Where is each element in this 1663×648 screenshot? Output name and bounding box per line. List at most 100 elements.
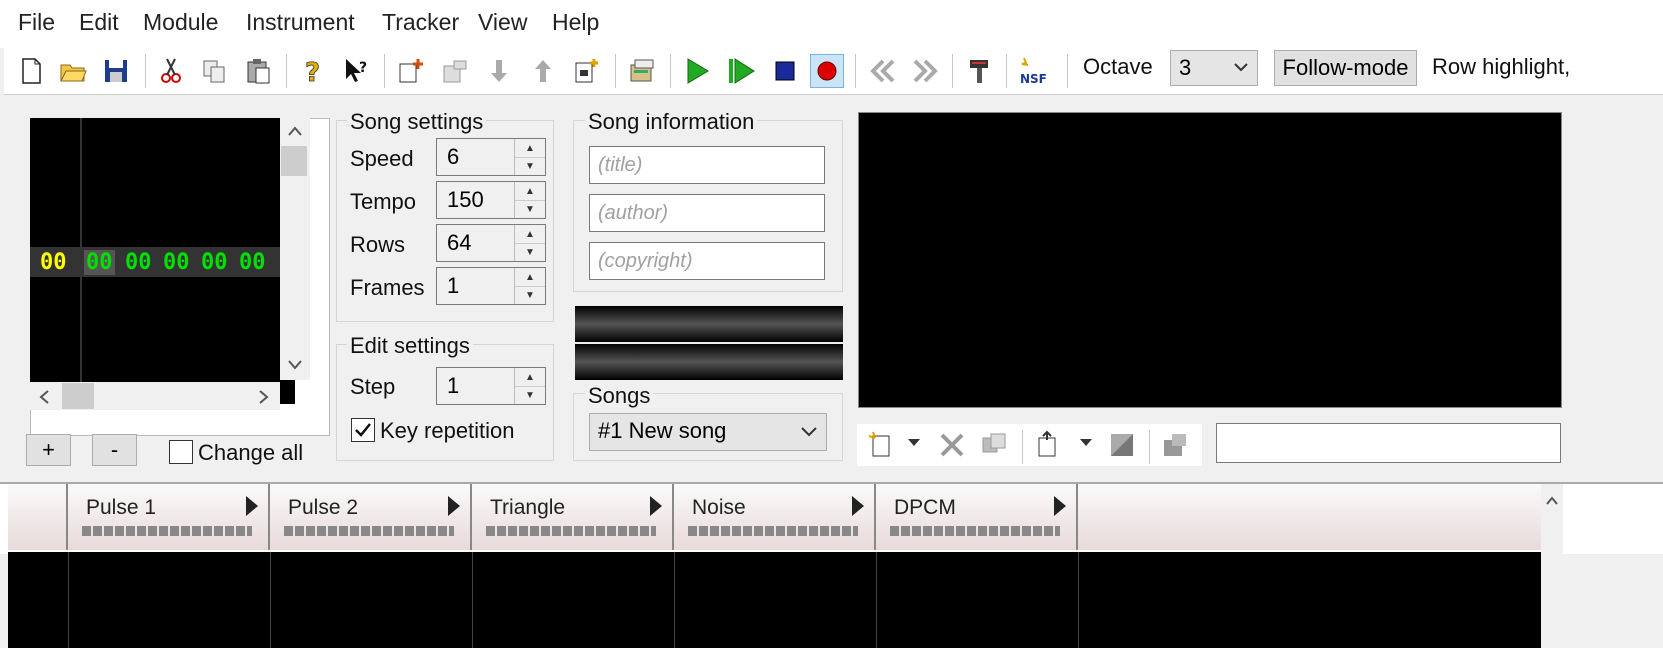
- scroll-right-icon[interactable]: [256, 389, 270, 405]
- key-repetition-checkbox[interactable]: [351, 418, 375, 442]
- expand-arrow-icon[interactable]: [448, 496, 460, 516]
- help-icon[interactable]: ?: [295, 54, 329, 88]
- play-loop-icon[interactable]: [724, 54, 758, 88]
- frame-row-index: 00: [40, 250, 67, 275]
- nsf-export-icon[interactable]: NSF: [1016, 54, 1050, 88]
- scroll-up-icon[interactable]: [1545, 494, 1559, 506]
- new-instrument-icon[interactable]: [867, 430, 897, 460]
- step-spinner[interactable]: 1 ▲ ▼: [436, 367, 546, 405]
- expand-arrow-icon[interactable]: [852, 496, 864, 516]
- spin-down-icon[interactable]: ▼: [515, 243, 545, 261]
- spin-down-icon[interactable]: ▼: [515, 200, 545, 218]
- speed-spinner[interactable]: 6 ▲ ▼: [436, 138, 546, 176]
- scrollbar-thumb[interactable]: [281, 146, 307, 176]
- spin-down-icon[interactable]: ▼: [515, 386, 545, 404]
- channel-header-noise[interactable]: Noise: [674, 484, 876, 550]
- frame-cell[interactable]: 00: [125, 250, 152, 275]
- chevron-down-icon[interactable]: [907, 438, 921, 448]
- spin-up-icon[interactable]: ▲: [515, 268, 545, 287]
- open-folder-icon[interactable]: [56, 54, 90, 88]
- instrument-list[interactable]: [858, 112, 1562, 408]
- edit-instrument-icon[interactable]: [1160, 430, 1190, 460]
- settings-icon[interactable]: [962, 54, 996, 88]
- paste-icon[interactable]: [241, 54, 275, 88]
- expand-arrow-icon[interactable]: [246, 496, 258, 516]
- remove-instrument-icon[interactable]: [937, 430, 967, 460]
- remove-frame-icon[interactable]: [438, 54, 472, 88]
- frame-horizontal-scrollbar[interactable]: [30, 382, 280, 410]
- song-copyright-field[interactable]: [589, 242, 825, 280]
- channel-header-pulse2[interactable]: Pulse 2: [270, 484, 472, 550]
- song-select[interactable]: #1 New song: [589, 413, 827, 451]
- pattern-vertical-scrollbar[interactable]: [1541, 484, 1563, 648]
- clone-instrument-icon[interactable]: [979, 430, 1009, 460]
- next-song-icon[interactable]: [909, 54, 943, 88]
- expand-arrow-icon[interactable]: [650, 496, 662, 516]
- add-frame-button[interactable]: +: [26, 434, 71, 466]
- frame-cell[interactable]: 00: [239, 250, 266, 275]
- spin-up-icon[interactable]: ▲: [515, 139, 545, 158]
- row-number-header: [8, 484, 68, 550]
- menu-instrument[interactable]: Instrument: [246, 9, 355, 36]
- stop-icon[interactable]: [768, 54, 802, 88]
- speed-label: Speed: [350, 146, 414, 171]
- move-frame-down-icon[interactable]: [482, 54, 516, 88]
- add-frame-icon[interactable]: [394, 54, 428, 88]
- menu-file[interactable]: File: [18, 9, 55, 36]
- frame-cell[interactable]: 00: [163, 250, 190, 275]
- channel-header-dpcm[interactable]: DPCM: [876, 484, 1078, 550]
- load-instrument-icon[interactable]: [1033, 430, 1063, 460]
- octave-select[interactable]: 3: [1170, 50, 1258, 86]
- menu-help[interactable]: Help: [552, 9, 599, 36]
- copy-icon[interactable]: [197, 54, 231, 88]
- song-author-input[interactable]: [590, 195, 824, 231]
- frame-vertical-scrollbar[interactable]: [280, 118, 310, 380]
- move-frame-up-icon[interactable]: [526, 54, 560, 88]
- rows-spinner[interactable]: 64 ▲ ▼: [436, 224, 546, 262]
- svg-text:?: ?: [305, 58, 320, 86]
- play-icon[interactable]: [680, 54, 714, 88]
- remove-frame-button[interactable]: -: [92, 434, 137, 466]
- scroll-down-icon[interactable]: [287, 358, 303, 372]
- follow-mode-button[interactable]: Follow-mode: [1274, 50, 1417, 86]
- channel-header-pulse1[interactable]: Pulse 1: [68, 484, 270, 550]
- instrument-name-field[interactable]: [1216, 423, 1561, 463]
- new-file-icon[interactable]: [14, 54, 48, 88]
- song-author-field[interactable]: [589, 194, 825, 232]
- rows-label: Rows: [350, 232, 406, 257]
- octave-label: Octave: [1083, 54, 1153, 79]
- duplicate-frame-icon[interactable]: [570, 54, 604, 88]
- song-copyright-input[interactable]: [590, 243, 824, 279]
- menu-view[interactable]: View: [478, 9, 527, 36]
- previous-song-icon[interactable]: [865, 54, 899, 88]
- tempo-spinner[interactable]: 150 ▲ ▼: [436, 181, 546, 219]
- cut-icon[interactable]: [154, 54, 188, 88]
- spin-up-icon[interactable]: ▲: [515, 182, 545, 201]
- menu-module[interactable]: Module: [143, 9, 218, 36]
- song-title-field[interactable]: [589, 146, 825, 184]
- change-all-checkbox[interactable]: [169, 440, 193, 464]
- menu-edit[interactable]: Edit: [79, 9, 119, 36]
- scroll-up-icon[interactable]: [287, 124, 303, 138]
- chevron-down-icon: [801, 427, 817, 437]
- spin-down-icon[interactable]: ▼: [515, 286, 545, 304]
- frame-cell[interactable]: 00: [84, 250, 115, 275]
- scrollbar-thumb[interactable]: [62, 383, 94, 409]
- record-icon[interactable]: [810, 54, 844, 88]
- context-help-icon[interactable]: ?: [339, 54, 373, 88]
- scroll-left-icon[interactable]: [38, 389, 52, 405]
- chevron-down-icon[interactable]: [1079, 438, 1093, 448]
- save-instrument-icon[interactable]: [1107, 430, 1137, 460]
- spin-up-icon[interactable]: ▲: [515, 225, 545, 244]
- module-properties-icon[interactable]: [625, 54, 659, 88]
- channel-header-triangle[interactable]: Triangle: [472, 484, 674, 550]
- menu-tracker[interactable]: Tracker: [382, 9, 459, 36]
- spin-down-icon[interactable]: ▼: [515, 157, 545, 175]
- frames-spinner[interactable]: 1 ▲ ▼: [436, 267, 546, 305]
- frame-cell[interactable]: 00: [201, 250, 228, 275]
- pattern-editor[interactable]: [8, 552, 1541, 648]
- expand-arrow-icon[interactable]: [1054, 496, 1066, 516]
- spin-up-icon[interactable]: ▲: [515, 368, 545, 387]
- song-title-input[interactable]: [590, 147, 824, 183]
- save-icon[interactable]: [99, 54, 133, 88]
